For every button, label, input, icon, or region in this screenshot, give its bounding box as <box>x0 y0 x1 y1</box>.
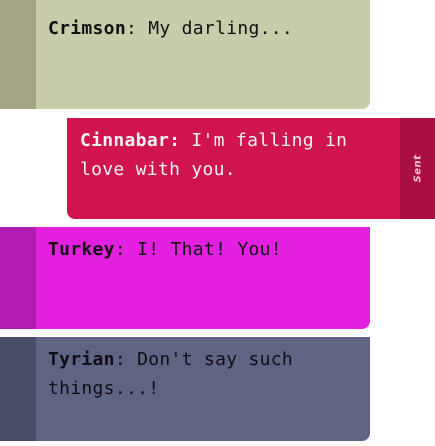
message-accent-bar <box>0 227 36 329</box>
message-sender: Cinnabar <box>80 130 170 151</box>
message-text: My darling... <box>137 18 294 39</box>
message-separator: : <box>114 349 126 370</box>
message-accent-bar <box>0 0 36 109</box>
message-sender: Turkey <box>48 239 115 260</box>
sent-status-label: Sent <box>411 154 423 183</box>
chat-thread: Crimson: My darling... Cinnabar: I'm fal… <box>0 0 435 446</box>
message-accent-bar <box>0 337 36 441</box>
message-text: I! That! You! <box>125 239 282 260</box>
message-tyrian: Tyrian: Don't say such things...! <box>0 337 370 441</box>
message-separator: : <box>169 130 181 151</box>
message-crimson: Crimson: My darling... <box>0 0 370 109</box>
message-turkey: Turkey: I! That! You! <box>0 227 370 329</box>
message-separator: : <box>125 18 138 39</box>
message-sender: Tyrian <box>48 349 115 370</box>
message-cinnabar: Cinnabar: I'm falling in love with you. … <box>67 118 435 219</box>
message-sender: Crimson <box>48 18 126 39</box>
message-status-bar: Sent <box>400 118 435 219</box>
message-separator: : <box>114 239 126 260</box>
